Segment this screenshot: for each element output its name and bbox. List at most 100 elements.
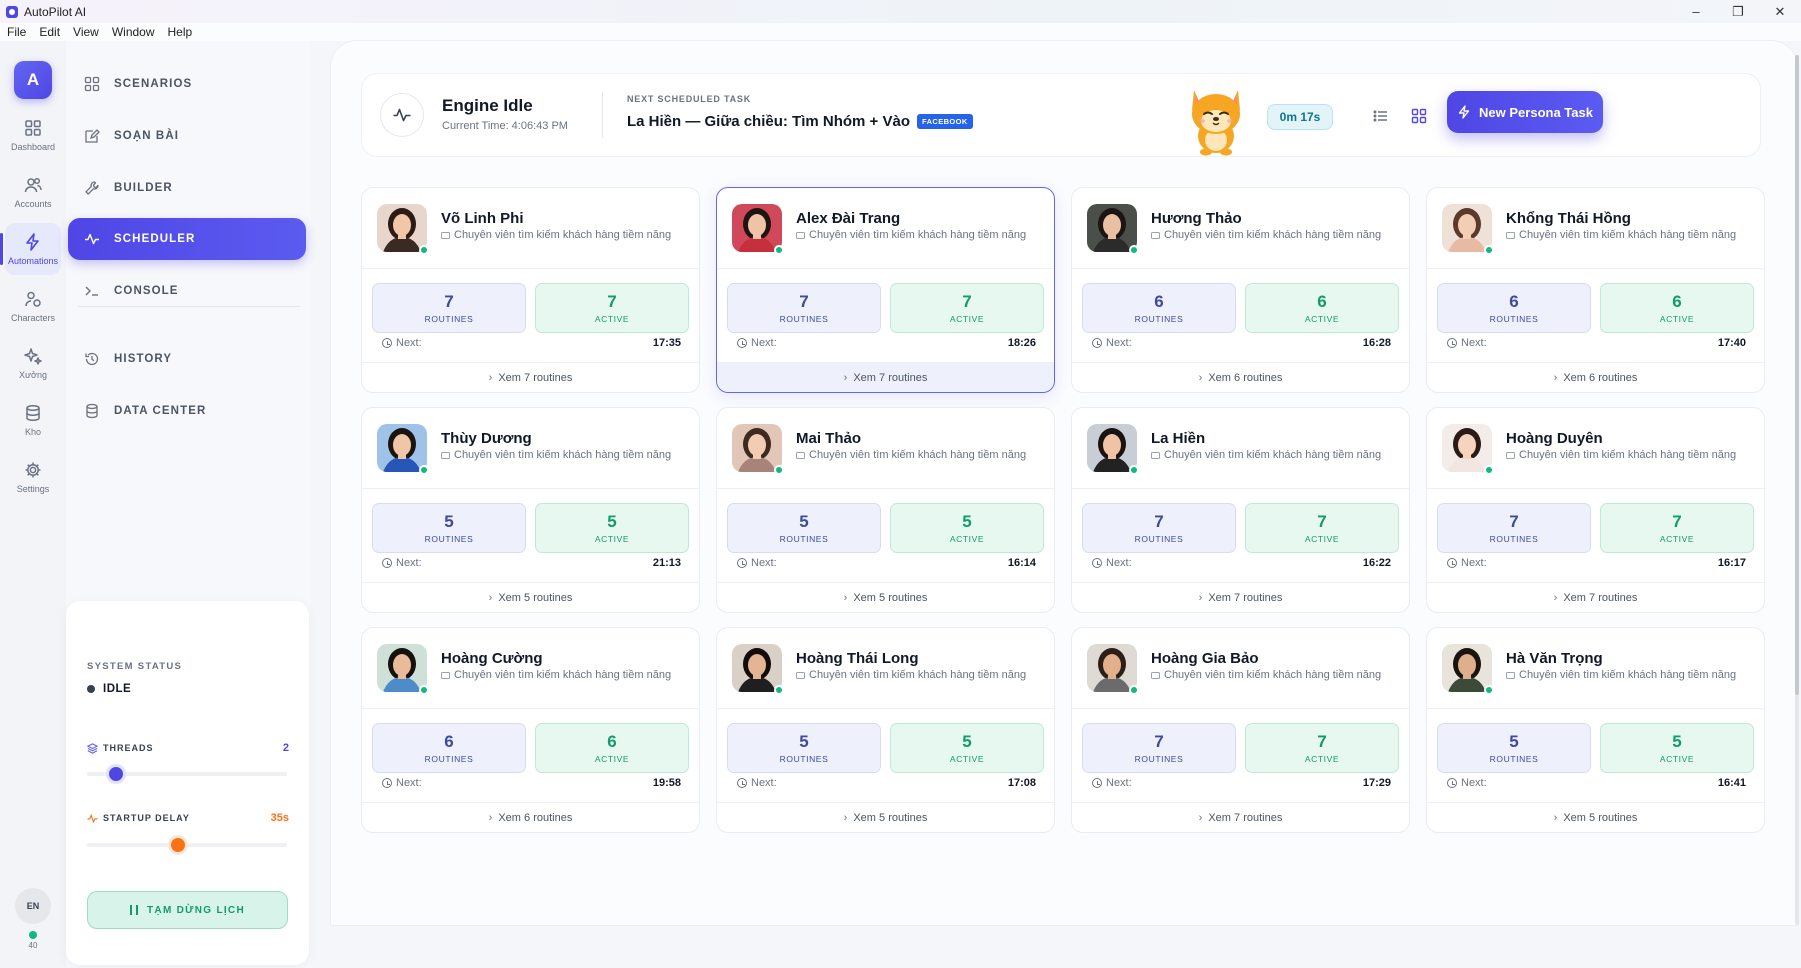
view-routines-link[interactable]: › Xem 5 routines	[717, 802, 1054, 832]
nav-history[interactable]: HISTORY	[68, 338, 306, 380]
user-avatar[interactable]: A	[14, 61, 52, 99]
persona-card[interactable]: Alex Đài Trang Chuyên viên tìm kiếm khác…	[716, 187, 1055, 393]
menu-edit[interactable]: Edit	[39, 25, 60, 39]
new-persona-task-button[interactable]: New Persona Task	[1447, 91, 1603, 133]
minimize-button[interactable]: –	[1675, 0, 1717, 23]
persona-role-text: Chuyên viên tìm kiếm khách hàng tiềm năn…	[809, 229, 1027, 241]
users-icon	[24, 177, 42, 193]
persona-card[interactable]: Hoàng Cường Chuyên viên tìm kiếm khách h…	[361, 627, 700, 833]
view-routines-link[interactable]: › Xem 7 routines	[1072, 802, 1409, 832]
persona-card[interactable]: Hoàng Gia Bảo Chuyên viên tìm kiếm khách…	[1071, 627, 1410, 833]
view-routines-label: Xem 6 routines	[1563, 371, 1638, 384]
scrollbar[interactable]	[1795, 55, 1799, 925]
bolt-icon	[1458, 105, 1470, 119]
next-run-time: 16:28	[1362, 337, 1391, 349]
view-routines-link[interactable]: › Xem 6 routines	[1072, 362, 1409, 392]
language-switcher[interactable]: EN	[15, 888, 51, 924]
pulse-icon	[87, 813, 98, 823]
online-status-dot	[419, 245, 429, 255]
online-status-dot	[1484, 685, 1494, 695]
list-icon	[1373, 110, 1387, 122]
view-routines-link[interactable]: › Xem 7 routines	[362, 362, 699, 392]
nav-divider	[78, 306, 300, 307]
list-view-button[interactable]	[1370, 105, 1392, 127]
view-routines-link[interactable]: › Xem 7 routines	[1072, 582, 1409, 612]
persona-name: Hương Thảo	[1151, 210, 1242, 227]
persona-card[interactable]: Thùy Dương Chuyên viên tìm kiếm khách hà…	[361, 407, 700, 613]
view-routines-link[interactable]: › Xem 6 routines	[362, 802, 699, 832]
briefcase-icon	[796, 451, 805, 459]
pause-schedule-button[interactable]: TẠM DỪNG LỊCH	[87, 891, 288, 929]
window-title: AutoPilot AI	[24, 4, 87, 19]
view-routines-link[interactable]: › Xem 6 routines	[1427, 362, 1764, 392]
persona-card[interactable]: Hoàng Duyên Chuyên viên tìm kiếm khách h…	[1426, 407, 1765, 613]
nav-label: CONSOLE	[114, 285, 179, 297]
next-run-label: Next:	[1461, 557, 1487, 569]
menu-file[interactable]: File	[7, 25, 26, 39]
threads-slider[interactable]	[87, 767, 287, 781]
nav-scenarios[interactable]: SCENARIOS	[68, 63, 306, 105]
persona-card[interactable]: Hà Văn Trọng Chuyên viên tìm kiếm khách …	[1426, 627, 1765, 833]
nav-data-center[interactable]: DATA CENTER	[68, 390, 306, 432]
engine-title: Engine Idle	[442, 96, 533, 115]
rail-item-accounts[interactable]: Accounts	[5, 166, 61, 218]
rail-item-settings[interactable]: Settings	[5, 451, 61, 503]
next-task: La Hiền — Giữa chiều: Tìm Nhóm + Vào FAC…	[627, 113, 973, 130]
active-stat: 7 ACTIVE	[535, 283, 689, 333]
rail-item-dashboard[interactable]: Dashboard	[5, 109, 61, 161]
briefcase-icon	[1151, 671, 1160, 679]
online-status-dot	[419, 465, 429, 475]
persona-card[interactable]: Võ Linh Phi Chuyên viên tìm kiếm khách h…	[361, 187, 700, 393]
next-run-time: 17:29	[1362, 777, 1391, 789]
persona-role-text: Chuyên viên tìm kiếm khách hàng tiềm năn…	[1164, 669, 1382, 681]
routines-stat: 7 ROUTINES	[372, 283, 526, 333]
threads-slider-knob[interactable]	[109, 767, 124, 781]
nav-soan-bai[interactable]: SOẠN BÀI	[68, 115, 306, 157]
online-status-dot	[1484, 465, 1494, 475]
threads-label: THREADS	[103, 743, 154, 753]
persona-card[interactable]: La Hiền Chuyên viên tìm kiếm khách hàng …	[1071, 407, 1410, 613]
menu-view[interactable]: View	[73, 25, 99, 39]
menu-help[interactable]: Help	[168, 25, 193, 39]
next-run-label-wrap: Next:	[382, 337, 422, 349]
next-run-row: Next: 16:17	[1447, 556, 1746, 570]
nav-builder[interactable]: BUILDER	[68, 167, 306, 209]
rail-item-characters[interactable]: Characters	[5, 280, 61, 332]
view-routines-link[interactable]: › Xem 5 routines	[1427, 802, 1764, 832]
persona-card[interactable]: Mai Thảo Chuyên viên tìm kiếm khách hàng…	[716, 407, 1055, 613]
grid-icon	[25, 120, 41, 136]
clock-icon	[1092, 778, 1102, 788]
persona-role: Chuyên viên tìm kiếm khách hàng tiềm năn…	[1506, 449, 1756, 461]
nav-scheduler[interactable]: SCHEDULER	[68, 218, 306, 260]
view-routines-link[interactable]: › Xem 7 routines	[717, 362, 1054, 392]
engine-header: Engine Idle Current Time: 4:06:43 PM NEX…	[361, 73, 1761, 157]
active-label: ACTIVE	[949, 533, 985, 544]
view-routines-link[interactable]: › Xem 5 routines	[362, 582, 699, 612]
rail-item-automations[interactable]: Automations	[0, 223, 61, 275]
routines-count: 5	[799, 731, 809, 751]
maximize-button[interactable]: ❐	[1717, 0, 1759, 23]
view-routines-link[interactable]: › Xem 5 routines	[717, 582, 1054, 612]
grid-view-button[interactable]	[1408, 105, 1430, 127]
startup-delay-slider-knob[interactable]	[170, 838, 185, 852]
menu-window[interactable]: Window	[112, 25, 155, 39]
nav-label: SOẠN BÀI	[114, 130, 180, 142]
scrollbar-thumb[interactable]	[1795, 55, 1799, 695]
routines-stat: 6 ROUTINES	[1082, 283, 1236, 333]
routines-stat: 5 ROUTINES	[1437, 723, 1591, 773]
active-count: 7	[1672, 511, 1682, 531]
active-stat: 5 ACTIVE	[890, 503, 1044, 553]
view-routines-label: Xem 5 routines	[1563, 811, 1638, 824]
next-run-label-wrap: Next:	[737, 557, 777, 569]
rail-item-kho[interactable]: Kho	[5, 394, 61, 446]
close-button[interactable]: ✕	[1759, 0, 1801, 23]
persona-card[interactable]: Hoàng Thái Long Chuyên viên tìm kiếm khá…	[716, 627, 1055, 833]
countdown-timer: 0m 17s	[1267, 104, 1333, 130]
startup-delay-slider[interactable]	[87, 838, 287, 852]
persona-card[interactable]: Hương Thảo Chuyên viên tìm kiếm khách hà…	[1071, 187, 1410, 393]
persona-card[interactable]: Khổng Thái Hồng Chuyên viên tìm kiếm khá…	[1426, 187, 1765, 393]
rail-item-xuong[interactable]: Xưởng	[5, 337, 61, 389]
card-divider	[362, 268, 699, 269]
next-run-label-wrap: Next:	[1447, 777, 1487, 789]
view-routines-link[interactable]: › Xem 7 routines	[1427, 582, 1764, 612]
